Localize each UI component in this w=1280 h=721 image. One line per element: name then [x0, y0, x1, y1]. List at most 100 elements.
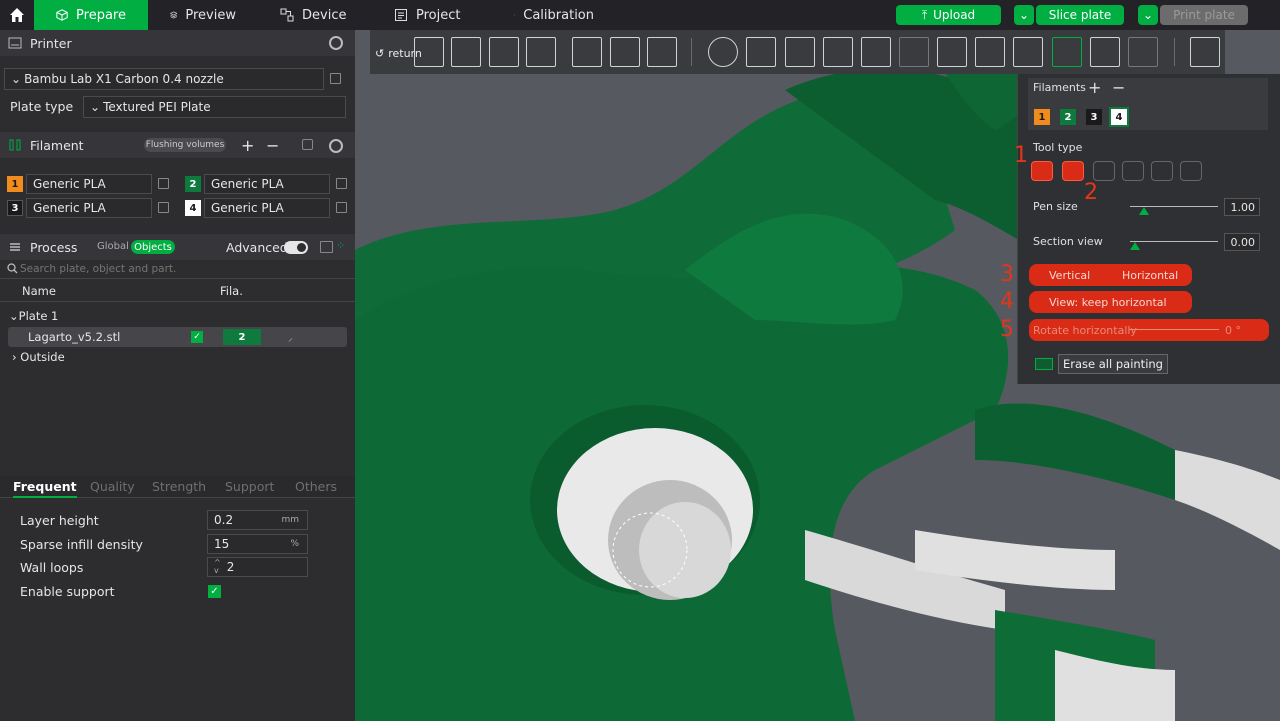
tab-prepare[interactable]: Prepare: [34, 0, 148, 30]
mesh-boolean-icon[interactable]: [899, 37, 929, 67]
edit-icon[interactable]: [158, 202, 169, 213]
filament-select-3[interactable]: Generic PLA: [26, 198, 152, 218]
layer-height-input[interactable]: 0.2 mm: [207, 510, 308, 530]
wall-loops-stepper[interactable]: ^ v 2: [207, 557, 308, 577]
add-filament-button[interactable]: +: [241, 136, 254, 155]
plate-row[interactable]: ⌄Plate 1: [9, 309, 58, 323]
auto-orient-icon[interactable]: [489, 37, 519, 67]
advanced-toggle[interactable]: [284, 241, 308, 254]
flushing-volumes-button[interactable]: Flushing volumes: [144, 138, 226, 152]
paint-brush-icon[interactable]: ⸝: [288, 330, 293, 344]
filament-swatch-4[interactable]: 4: [185, 200, 201, 216]
height-range-icon[interactable]: [1122, 161, 1144, 181]
rotate-icon[interactable]: [746, 37, 776, 67]
tab-calibration[interactable]: Calibration: [492, 0, 616, 30]
printer-select[interactable]: ⌄ Bambu Lab X1 Carbon 0.4 nozzle: [4, 68, 324, 90]
list-icon[interactable]: [320, 241, 333, 253]
seam-paint-icon[interactable]: [975, 37, 1005, 67]
tab-strength[interactable]: Strength: [152, 479, 206, 494]
tab-device[interactable]: Device: [258, 0, 372, 30]
fill-icon[interactable]: [1151, 161, 1173, 181]
add-object-icon[interactable]: [414, 37, 444, 67]
sphere-brush-icon[interactable]: [1062, 161, 1084, 181]
split-parts-icon[interactable]: [610, 37, 640, 67]
vertical-radio[interactable]: Vertical: [1049, 269, 1090, 282]
remove-filament-button[interactable]: −: [266, 136, 279, 155]
paint-filament-1[interactable]: 1: [1034, 109, 1050, 125]
horizontal-radio[interactable]: Horizontal: [1122, 269, 1178, 282]
add-plate-icon[interactable]: [451, 37, 481, 67]
gear-icon[interactable]: [329, 139, 343, 153]
filament-swatch-3[interactable]: 3: [7, 200, 23, 216]
paint-filament-2[interactable]: 2: [1060, 109, 1076, 125]
add-filament-button[interactable]: +: [1088, 78, 1101, 97]
edit-icon[interactable]: [336, 202, 347, 213]
gap-fill-icon[interactable]: [1180, 161, 1202, 181]
view-export-icon[interactable]: [1190, 37, 1220, 67]
stepper-icon[interactable]: ^ v: [214, 559, 221, 575]
tab-others[interactable]: Others: [295, 479, 337, 494]
paint-filament-4[interactable]: 4: [1109, 107, 1129, 127]
filament-swatch-1[interactable]: 1: [7, 176, 23, 192]
filament-select-4[interactable]: Generic PLA: [204, 198, 330, 218]
edit-icon[interactable]: [330, 73, 341, 84]
filament-swatch-2[interactable]: 2: [185, 176, 201, 192]
move-icon[interactable]: [708, 37, 738, 67]
scale-icon[interactable]: [785, 37, 815, 67]
process-global-toggle[interactable]: Global: [97, 241, 129, 252]
tab-project[interactable]: Project: [372, 0, 492, 30]
rotate-value: 0 °: [1225, 323, 1241, 337]
pen-size-handle[interactable]: [1139, 207, 1149, 215]
enable-support-checkbox[interactable]: ✓: [208, 585, 221, 598]
outside-row[interactable]: › Outside: [12, 350, 65, 364]
section-view-handle[interactable]: [1130, 242, 1140, 250]
search-input[interactable]: [20, 261, 340, 277]
color-paint-icon[interactable]: [1052, 37, 1082, 67]
print-plate-button[interactable]: Print plate: [1160, 5, 1248, 25]
remove-filament-button[interactable]: −: [1112, 78, 1125, 97]
text-icon[interactable]: [1013, 37, 1043, 67]
measure-icon[interactable]: [1090, 37, 1120, 67]
filament-select-1[interactable]: Generic PLA: [26, 174, 152, 194]
arrange-icon[interactable]: [526, 37, 556, 67]
cut-icon[interactable]: [861, 37, 891, 67]
sparse-infill-input[interactable]: 15 %: [207, 534, 308, 554]
process-objects-toggle[interactable]: Objects: [131, 240, 175, 254]
lay-on-face-icon[interactable]: [823, 37, 853, 67]
assembly-icon[interactable]: [1128, 37, 1158, 67]
circle-brush-icon[interactable]: [1031, 161, 1053, 181]
view-keep-horizontal-checkbox[interactable]: View: keep horizontal: [1029, 291, 1192, 313]
paint-filament-3[interactable]: 3: [1086, 109, 1102, 125]
pen-size-value[interactable]: 1.00: [1224, 198, 1260, 216]
filament-select-2[interactable]: Generic PLA: [204, 174, 330, 194]
rotate-horizontally-row[interactable]: Rotate horizontally 0 °: [1029, 319, 1269, 341]
tab-preview[interactable]: Preview: [148, 0, 258, 30]
erase-all-painting-button[interactable]: Erase all painting: [1058, 354, 1168, 374]
support-paint-icon[interactable]: [937, 37, 967, 67]
rotate-slider[interactable]: [1129, 329, 1219, 330]
grid-icon[interactable]: ⁘: [336, 239, 345, 252]
sync-icon[interactable]: [302, 139, 313, 150]
slice-dropdown-button[interactable]: ⌄: [1014, 5, 1034, 25]
checkbox-checked[interactable]: ✓: [191, 331, 203, 343]
object-row[interactable]: Lagarto_v5.2.stl ✓ 2 ⸝: [8, 327, 347, 347]
layers-icon[interactable]: [647, 37, 677, 67]
gear-icon[interactable]: [329, 36, 343, 50]
home-button[interactable]: [0, 0, 34, 30]
slice-plate-button[interactable]: Slice plate: [1036, 5, 1124, 25]
print-dropdown-button[interactable]: ⌄: [1138, 5, 1158, 25]
split-objects-icon[interactable]: [572, 37, 602, 67]
edit-icon[interactable]: [158, 178, 169, 189]
section-view-slider[interactable]: [1130, 241, 1218, 242]
triangle-brush-icon[interactable]: [1093, 161, 1115, 181]
edit-icon[interactable]: [336, 178, 347, 189]
tab-quality[interactable]: Quality: [90, 479, 135, 494]
tab-frequent[interactable]: Frequent: [13, 479, 77, 498]
section-view-value[interactable]: 0.00: [1224, 233, 1260, 251]
plate-type-select[interactable]: ⌄ Textured PEI Plate: [83, 96, 346, 118]
object-filament-badge[interactable]: 2: [223, 329, 261, 345]
keep-horizontal-label: View: keep horizontal: [1049, 295, 1167, 309]
upload-button[interactable]: ⤒ Upload: [896, 5, 1001, 25]
tab-support[interactable]: Support: [225, 479, 274, 494]
filament-icon: [9, 139, 21, 151]
